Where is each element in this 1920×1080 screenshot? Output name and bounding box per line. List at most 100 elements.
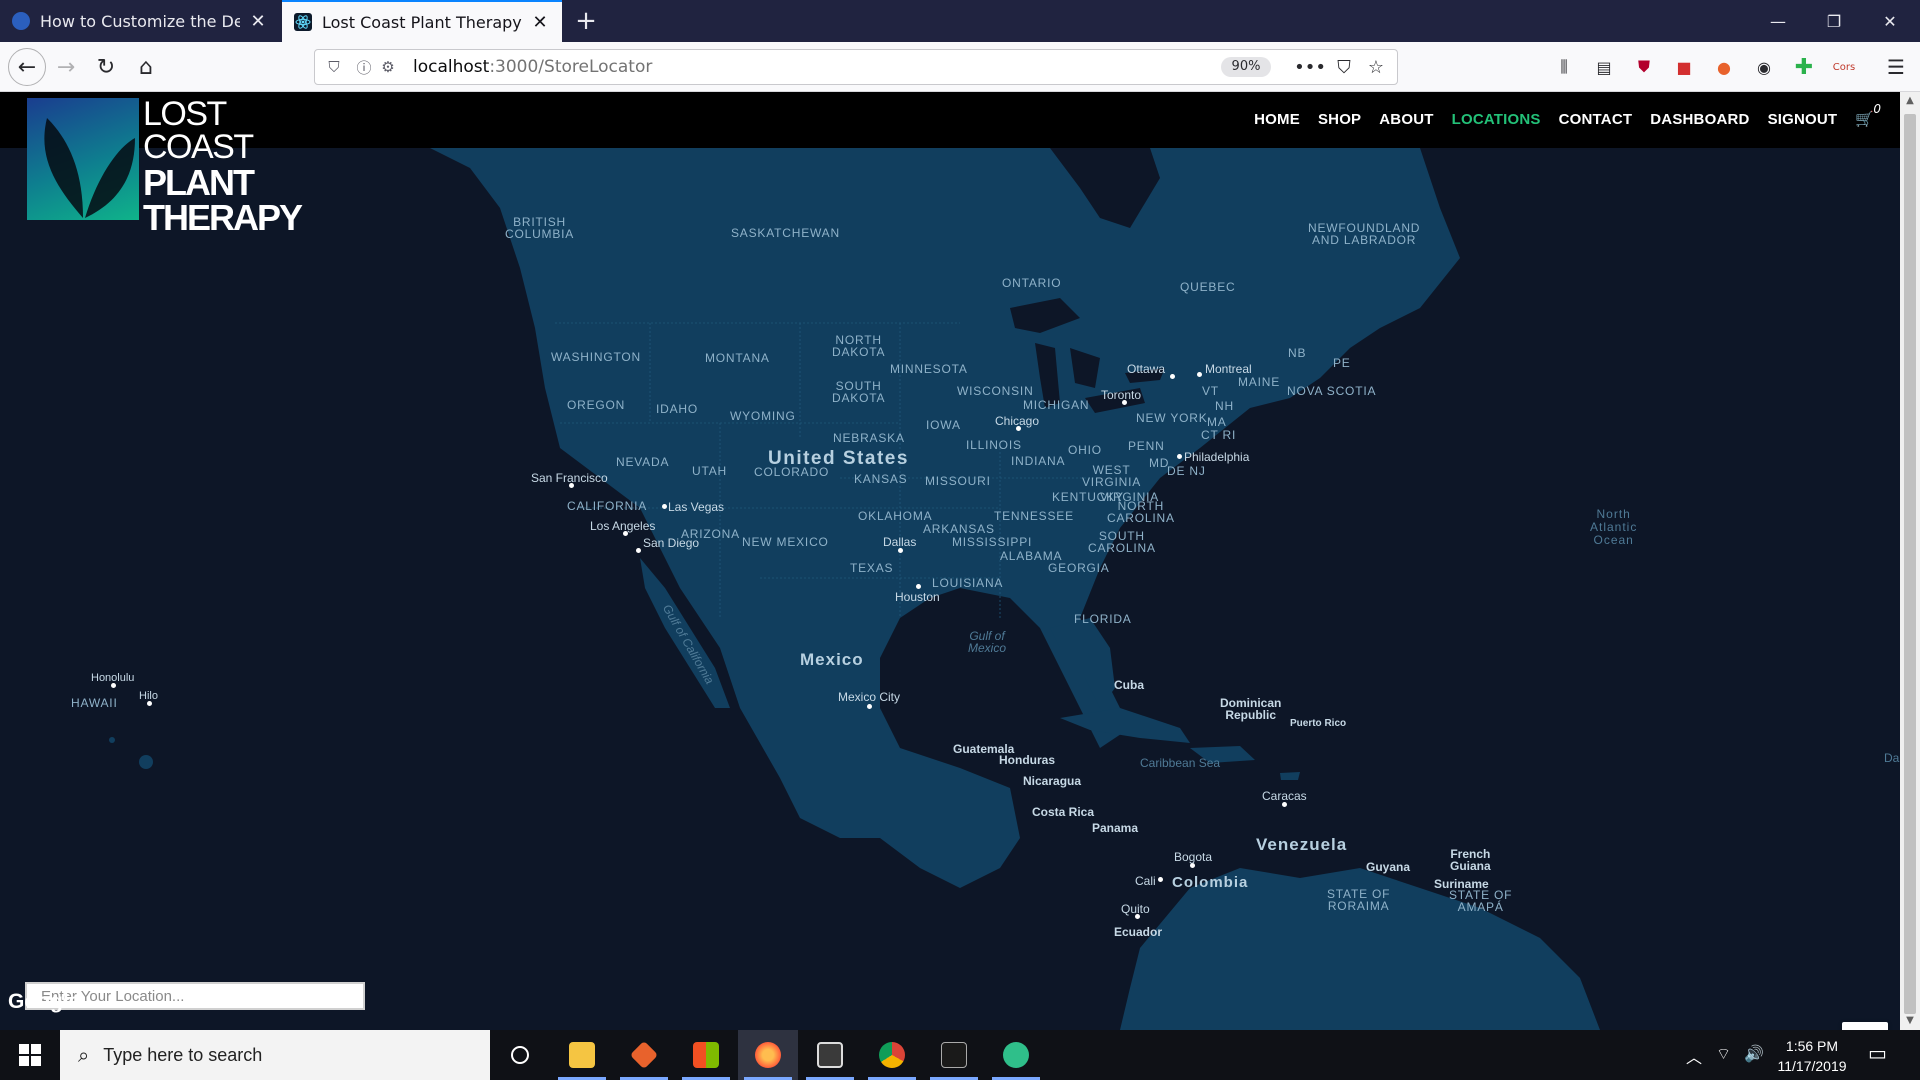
map-label-ottawa: Ottawa	[1127, 362, 1166, 376]
map-label-panama: Panama	[1092, 821, 1139, 835]
page-scrollbar[interactable]: ▲ ▼	[1900, 92, 1920, 1030]
map-label-nova-scotia: NOVA SCOTIA	[1287, 384, 1377, 398]
map-label-gulf-of-mexico: Gulf of Mexico	[968, 629, 1007, 655]
terminal-button[interactable]	[924, 1030, 984, 1080]
map-label-mississippi: MISSISSIPPI	[952, 535, 1033, 549]
new-tab-button[interactable]: +	[570, 6, 602, 36]
google-attribution: Google	[8, 990, 81, 1013]
zoom-level-badge[interactable]: 90%	[1221, 57, 1271, 77]
account-icon[interactable]: ◉	[1752, 55, 1776, 79]
duckduckgo-icon[interactable]: ●	[1712, 55, 1736, 79]
store-locator-map[interactable]: BRITISH COLUMBIA SASKATCHEWAN ONTARIO QU…	[0, 148, 1900, 1030]
cors-extension-icon[interactable]: Cors	[1832, 55, 1856, 79]
home-icon[interactable]: ⌂	[130, 51, 162, 83]
menu-icon[interactable]: ☰	[1884, 55, 1908, 79]
file-explorer-button[interactable]	[552, 1030, 612, 1080]
map-label-nb: NB	[1288, 346, 1307, 360]
network-icon[interactable]: ⌔	[1716, 1044, 1731, 1064]
map-label-indiana: INDIANA	[1011, 454, 1066, 468]
back-button[interactable]: ←	[8, 48, 46, 86]
close-tab-icon[interactable]: ✕	[248, 11, 268, 32]
restore-button[interactable]: ❐	[1806, 0, 1862, 42]
nav-home[interactable]: HOME	[1254, 111, 1300, 128]
taskbar-search[interactable]: ⌕ Type here to search	[60, 1030, 490, 1080]
map-label-south-carolina: SOUTH CAROLINA	[1088, 529, 1156, 555]
map-label-los-angeles: Los Angeles	[590, 519, 656, 533]
map-label-georgia: GEORGIA	[1048, 561, 1110, 575]
extension-red-icon[interactable]: ■	[1672, 55, 1696, 79]
nav-shop[interactable]: SHOP	[1318, 111, 1361, 128]
show-hidden-icons[interactable]: ︿	[1686, 1044, 1702, 1068]
map-label-new-york: NEW YORK	[1136, 411, 1208, 425]
scroll-down-icon[interactable]: ▼	[1900, 1012, 1920, 1030]
scrollbar-thumb[interactable]	[1904, 114, 1916, 1014]
nav-about[interactable]: ABOUT	[1379, 111, 1433, 128]
cart-icon: 🛒	[1855, 110, 1874, 128]
map-label-nh: NH	[1215, 399, 1234, 413]
url-bar[interactable]: ⛉ ⓘ ⚙ localhost:3000/StoreLocator 90% ••…	[314, 49, 1398, 85]
map-label-ohio: OHIO	[1068, 443, 1102, 457]
calculator-button[interactable]	[800, 1030, 860, 1080]
map-label-new-mexico: NEW MEXICO	[742, 535, 829, 549]
map-label-wyoming: WYOMING	[730, 409, 796, 423]
search-placeholder: Type here to search	[103, 1044, 263, 1065]
map-label-illinois: ILLINOIS	[966, 438, 1022, 452]
library-icon[interactable]: ⫼	[1552, 55, 1576, 79]
map-label-puerto-rico: Puerto Rico	[1290, 718, 1347, 729]
map-label-minnesota: MINNESOTA	[890, 362, 968, 376]
bookmark-star-icon[interactable]: ☆	[1363, 54, 1389, 80]
ublock-icon[interactable]: ⛊	[1632, 55, 1656, 79]
tab-title: Lost Coast Plant Therapy	[322, 12, 522, 32]
shield-icon[interactable]: ⛉	[323, 56, 345, 78]
city-marker	[1158, 877, 1163, 882]
map-label-ontario: ONTARIO	[1002, 276, 1062, 290]
map-label-edge: Da	[1884, 751, 1900, 765]
windows-taskbar: ⌕ Type here to search ︿ ⌔ 🔊 1:56 PM 11/1…	[0, 1030, 1920, 1080]
nav-locations[interactable]: LOCATIONS	[1452, 111, 1541, 128]
cart-button[interactable]: 🛒 0	[1855, 102, 1881, 128]
forward-button[interactable]: →	[50, 51, 82, 83]
tab-lost-coast[interactable]: Lost Coast Plant Therapy ✕	[282, 0, 562, 42]
nav-contact[interactable]: CONTACT	[1559, 111, 1633, 128]
site-logo[interactable]: LOST COAST PLANT THERAPY	[27, 97, 307, 236]
chrome-button[interactable]	[862, 1030, 922, 1080]
close-tab-icon[interactable]: ✕	[530, 12, 550, 33]
map-label-bogota: Bogota	[1174, 850, 1213, 864]
reload-button[interactable]: ↻	[90, 51, 122, 83]
url-host: localhost	[413, 57, 490, 77]
tab-customize-default[interactable]: How to Customize the Default ✕	[0, 0, 280, 42]
calculator-icon	[817, 1042, 843, 1068]
electron-app-button[interactable]	[986, 1030, 1046, 1080]
plus-extension-icon[interactable]: ✚	[1792, 55, 1816, 80]
store-button[interactable]	[676, 1030, 736, 1080]
git-app-button[interactable]	[614, 1030, 674, 1080]
info-icon[interactable]: ⓘ	[353, 56, 375, 78]
more-actions-icon[interactable]: •••	[1294, 54, 1326, 80]
logo-line: COAST	[143, 128, 254, 167]
system-clock[interactable]: 1:56 PM 11/17/2019	[1764, 1036, 1860, 1076]
scroll-up-icon[interactable]: ▲	[1900, 92, 1920, 110]
pocket-icon[interactable]: ⛉	[1331, 54, 1357, 80]
nav-signout[interactable]: SIGNOUT	[1768, 111, 1838, 128]
map-label-kansas: KANSAS	[854, 472, 908, 486]
leaf-logo-icon	[27, 98, 139, 220]
zoom-in-button[interactable]: +	[1842, 1022, 1888, 1031]
url-text[interactable]: localhost:3000/StoreLocator	[413, 57, 652, 77]
notifications-icon[interactable]: ▭	[1868, 1041, 1887, 1065]
clock-time: 1:56 PM	[1785, 1038, 1839, 1054]
cortana-button[interactable]	[490, 1030, 550, 1080]
permissions-icon[interactable]: ⚙	[377, 56, 399, 78]
nav-dashboard[interactable]: DASHBOARD	[1650, 111, 1749, 128]
firefox-button[interactable]	[738, 1030, 798, 1080]
volume-icon[interactable]: 🔊	[1744, 1044, 1764, 1063]
sidebar-icon[interactable]: ▤	[1592, 55, 1616, 79]
map-label-british-columbia: BRITISH COLUMBIA	[505, 215, 575, 241]
map-label-ct-ri: CT RI	[1201, 428, 1237, 442]
map-label-ma: MA	[1207, 415, 1227, 429]
map-label-maine: MAINE	[1238, 375, 1281, 389]
start-button[interactable]	[0, 1030, 60, 1080]
map-label-french-guiana: French Guiana	[1450, 847, 1491, 873]
close-window-button[interactable]: ✕	[1862, 0, 1918, 42]
minimize-button[interactable]: —	[1750, 0, 1806, 42]
map-label-florida: FLORIDA	[1074, 612, 1132, 626]
